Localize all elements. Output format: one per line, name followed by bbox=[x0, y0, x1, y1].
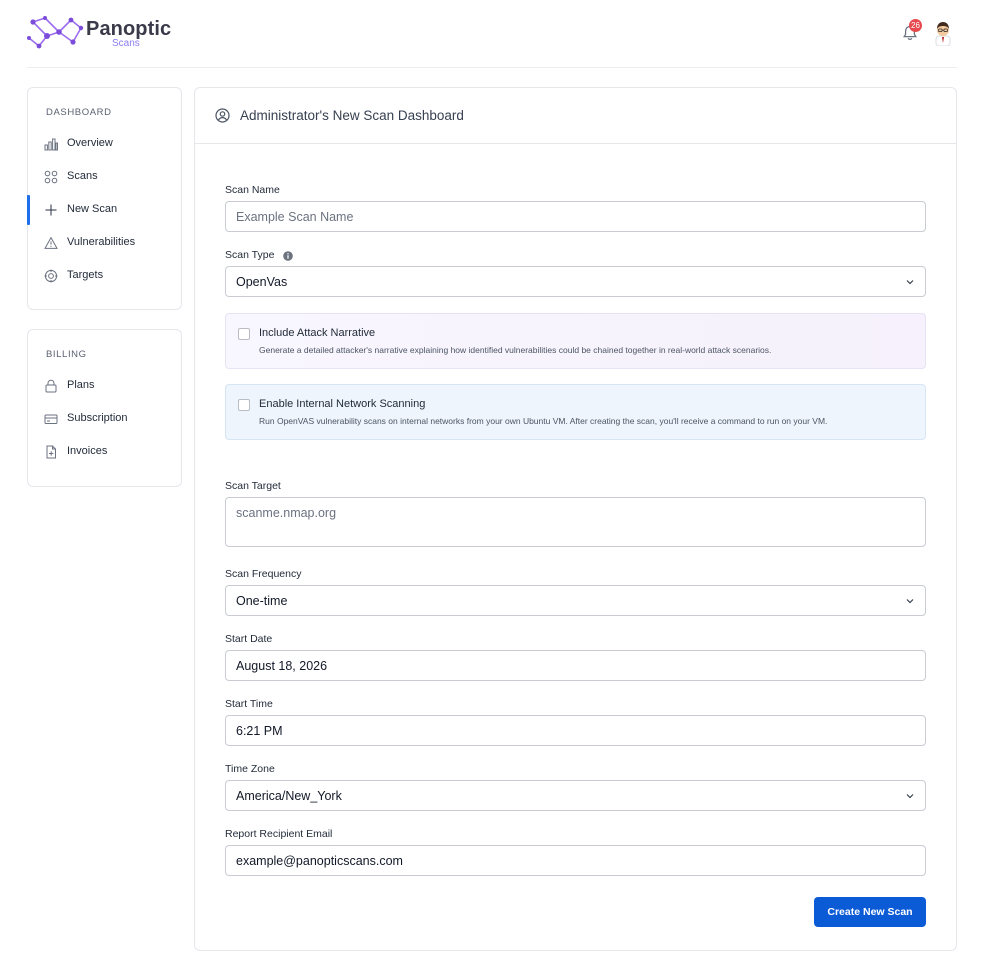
scan-type-value: OpenVas bbox=[236, 275, 288, 289]
sidebar-item-invoices[interactable]: Invoices bbox=[28, 437, 181, 467]
sidebar-heading-dashboard: DASHBOARD bbox=[46, 107, 112, 118]
sidebar-item-targets[interactable]: Targets bbox=[28, 261, 181, 291]
bar-chart-icon bbox=[44, 138, 58, 151]
scan-target-label: Scan Target bbox=[225, 480, 281, 492]
file-icon bbox=[46, 445, 56, 459]
internal-network-title: Enable Internal Network Scanning bbox=[259, 398, 426, 410]
start-time-label: Start Time bbox=[225, 698, 273, 710]
time-zone-label: Time Zone bbox=[225, 763, 275, 775]
sidebar-item-plans[interactable]: Plans bbox=[28, 371, 181, 401]
lock-icon bbox=[45, 379, 57, 393]
chevron-down-icon bbox=[906, 794, 914, 799]
report-email-input[interactable] bbox=[225, 845, 926, 876]
sidebar-item-overview[interactable]: Overview bbox=[28, 129, 181, 159]
logo-subtext: Scans bbox=[112, 38, 140, 49]
credit-card-icon bbox=[44, 414, 58, 424]
sidebar-item-label: Subscription bbox=[67, 412, 128, 424]
user-circle-icon bbox=[215, 108, 230, 123]
grid-icon bbox=[44, 170, 58, 184]
time-zone-select[interactable]: America/New_York bbox=[225, 780, 926, 811]
sidebar-dashboard-card: DASHBOARD Overview Scans New Scan Vulner… bbox=[27, 87, 182, 310]
scan-type-label: Scan Type bbox=[225, 249, 275, 261]
scan-frequency-value: One-time bbox=[236, 594, 288, 608]
card-header: Administrator's New Scan Dashboard bbox=[195, 88, 956, 144]
chevron-down-icon bbox=[906, 599, 914, 604]
sidebar-item-label: Overview bbox=[67, 137, 113, 149]
scan-name-label: Scan Name bbox=[225, 184, 280, 196]
sidebar-item-subscription[interactable]: Subscription bbox=[28, 404, 181, 434]
warning-icon bbox=[44, 236, 58, 249]
scan-target-input[interactable] bbox=[225, 497, 926, 547]
crosshair-icon bbox=[44, 269, 58, 283]
start-date-label: Start Date bbox=[225, 633, 273, 645]
scan-type-select[interactable]: OpenVas bbox=[225, 266, 926, 297]
sidebar-item-label: Scans bbox=[67, 170, 98, 182]
sidebar-item-scans[interactable]: Scans bbox=[28, 162, 181, 192]
sidebar-item-label: Plans bbox=[67, 379, 95, 391]
create-new-scan-button[interactable]: Create New Scan bbox=[814, 897, 926, 927]
sidebar-item-label: New Scan bbox=[67, 203, 118, 215]
report-email-label: Report Recipient Email bbox=[225, 828, 333, 840]
internal-network-description: Run OpenVAS vulnerability scans on inter… bbox=[259, 416, 828, 426]
logo-network-icon bbox=[27, 16, 84, 49]
top-header: Panoptic Scans 26 bbox=[27, 0, 957, 68]
internal-network-checkbox[interactable] bbox=[238, 399, 250, 411]
chevron-down-icon bbox=[906, 280, 914, 285]
new-scan-card: Administrator's New Scan Dashboard Scan … bbox=[194, 87, 957, 951]
plus-icon bbox=[45, 204, 57, 216]
sidebar-item-label: Vulnerabilities bbox=[67, 236, 136, 248]
time-zone-value: America/New_York bbox=[236, 789, 342, 803]
page-title: Administrator's New Scan Dashboard bbox=[240, 108, 464, 123]
attack-narrative-option: Include Attack Narrative Generate a deta… bbox=[225, 313, 926, 369]
start-time-input[interactable] bbox=[225, 715, 926, 746]
info-icon[interactable] bbox=[283, 251, 293, 261]
attack-narrative-checkbox[interactable] bbox=[238, 328, 250, 340]
scan-name-input[interactable] bbox=[225, 201, 926, 232]
attack-narrative-title: Include Attack Narrative bbox=[259, 327, 376, 339]
attack-narrative-description: Generate a detailed attacker's narrative… bbox=[259, 345, 772, 355]
sidebar-item-label: Invoices bbox=[67, 445, 108, 457]
scan-frequency-label: Scan Frequency bbox=[225, 568, 302, 580]
sidebar-billing-card: BILLING Plans Subscription Invoices bbox=[27, 329, 182, 487]
sidebar-item-label: Targets bbox=[67, 269, 104, 281]
logo[interactable]: Panoptic Scans bbox=[27, 14, 187, 50]
internal-network-option: Enable Internal Network Scanning Run Ope… bbox=[225, 384, 926, 440]
avatar[interactable] bbox=[932, 20, 954, 46]
scan-frequency-select[interactable]: One-time bbox=[225, 585, 926, 616]
start-date-input[interactable] bbox=[225, 650, 926, 681]
sidebar-heading-billing: BILLING bbox=[46, 349, 87, 360]
sidebar-item-vulnerabilities[interactable]: Vulnerabilities bbox=[28, 228, 181, 258]
notification-badge: 26 bbox=[909, 19, 922, 32]
sidebar-item-new-scan[interactable]: New Scan bbox=[27, 195, 181, 225]
